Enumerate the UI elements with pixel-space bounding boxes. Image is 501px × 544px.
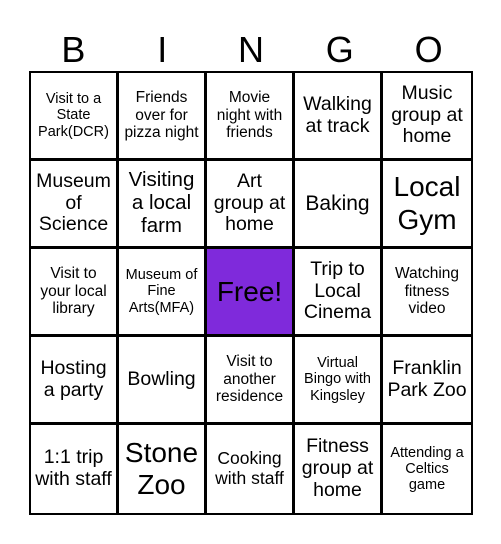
bingo-cell[interactable]: Stone Zoo bbox=[119, 425, 207, 513]
bingo-cell[interactable]: Museum of Science bbox=[31, 161, 119, 249]
bingo-cell[interactable]: Visit to a State Park(DCR) bbox=[31, 73, 119, 161]
bingo-header: B I N G O bbox=[29, 28, 473, 72]
header-letter-o: O bbox=[414, 29, 443, 70]
bingo-cell[interactable]: Watching fitness video bbox=[383, 249, 471, 337]
bingo-cell[interactable]: Visit to another residence bbox=[207, 337, 295, 425]
bingo-cell[interactable]: Franklin Park Zoo bbox=[383, 337, 471, 425]
header-letter-b: B bbox=[61, 29, 86, 70]
bingo-cell[interactable]: 1:1 trip with staff bbox=[31, 425, 119, 513]
bingo-cell[interactable]: Visit to your local library bbox=[31, 249, 119, 337]
header-letter-g: G bbox=[325, 29, 354, 70]
bingo-cell[interactable]: Fitness group at home bbox=[295, 425, 383, 513]
bingo-cell[interactable]: Music group at home bbox=[383, 73, 471, 161]
bingo-cell[interactable]: Friends over for pizza night bbox=[119, 73, 207, 161]
bingo-cell[interactable]: Cooking with staff bbox=[207, 425, 295, 513]
bingo-cell[interactable]: Baking bbox=[295, 161, 383, 249]
bingo-cell[interactable]: Virtual Bingo with Kingsley bbox=[295, 337, 383, 425]
bingo-cell[interactable]: Visiting a local farm bbox=[119, 161, 207, 249]
bingo-grid: Visit to a State Park(DCR) Friends over … bbox=[29, 71, 473, 515]
header-letter-n: N bbox=[237, 29, 264, 70]
bingo-cell[interactable]: Walking at track bbox=[295, 73, 383, 161]
bingo-cell[interactable]: Movie night with friends bbox=[207, 73, 295, 161]
bingo-cell[interactable]: Attending a Celtics game bbox=[383, 425, 471, 513]
bingo-cell[interactable]: Hosting a party bbox=[31, 337, 119, 425]
bingo-cell[interactable]: Local Gym bbox=[383, 161, 471, 249]
bingo-cell[interactable]: Bowling bbox=[119, 337, 207, 425]
bingo-cell[interactable]: Art group at home bbox=[207, 161, 295, 249]
bingo-cell[interactable]: Museum of Fine Arts(MFA) bbox=[119, 249, 207, 337]
free-space-cell[interactable]: Free! bbox=[207, 249, 295, 337]
header-letter-i: I bbox=[157, 29, 168, 70]
bingo-cell[interactable]: Trip to Local Cinema bbox=[295, 249, 383, 337]
